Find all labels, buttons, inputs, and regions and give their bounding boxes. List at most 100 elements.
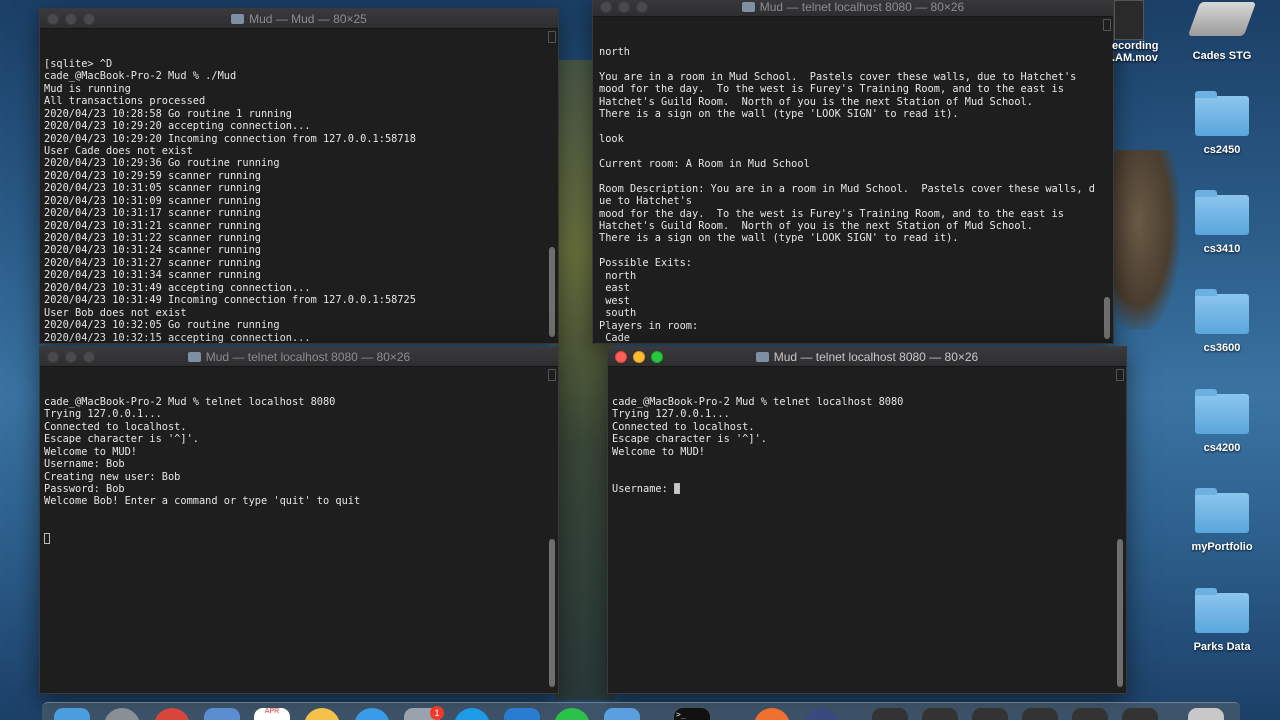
scrollbar[interactable] [1104, 297, 1110, 339]
terminal-line: Room Description: You are in a room in M… [599, 182, 1095, 195]
safari-icon[interactable] [354, 708, 390, 720]
desktop-drive-cades-stg[interactable]: Cades STG [1177, 2, 1267, 62]
terminal-line: Trying 127.0.0.1... [612, 408, 730, 421]
close-button[interactable] [615, 351, 627, 363]
app-store-icon[interactable] [604, 708, 640, 720]
terminal-output[interactable]: cade_@MacBook-Pro-2 Mud % telnet localho… [40, 367, 558, 570]
terminal-line: [sqlite> ^D [44, 57, 113, 70]
minimize-button[interactable] [633, 351, 645, 363]
terminal-line: 2020/04/23 10:31:09 scanner running [44, 194, 261, 207]
terminal-line: 2020/04/23 10:31:34 scanner running [44, 269, 261, 282]
preview-icon[interactable] [204, 708, 240, 720]
output-lines: north You are in a room in Mud School. Pa… [599, 46, 1109, 343]
scrollbar[interactable] [1117, 539, 1123, 687]
scrollbar[interactable] [549, 247, 555, 337]
username-prompt: Username: [612, 483, 674, 495]
dock: APR 1 >_ [42, 702, 1240, 720]
titlebar[interactable]: Mud — Mud — 80×25 [40, 9, 558, 29]
terminal-line: Username: Bob [44, 458, 125, 471]
terminal-output[interactable]: north You are in a room in Mud School. Pa… [593, 17, 1113, 343]
vscode-icon[interactable] [504, 708, 540, 720]
desktop-folder-myportfolio[interactable]: myPortfolio [1177, 488, 1267, 553]
terminal-line: 2020/04/23 10:31:05 scanner running [44, 182, 261, 195]
chrome-icon[interactable] [154, 708, 190, 720]
photos-icon[interactable] [304, 708, 340, 720]
scroll-marker-top [1116, 369, 1124, 381]
terminal-line: All transactions processed [44, 95, 206, 108]
terminal-window-new[interactable]: Mud — telnet localhost 8080 — 80×26 cade… [607, 346, 1127, 694]
firefox-icon[interactable] [754, 708, 790, 720]
zoom-button[interactable] [83, 13, 95, 25]
calendar-icon[interactable]: APR [254, 708, 290, 720]
terminal-line: cade_@MacBook-Pro-2 Mud % telnet localho… [612, 395, 904, 408]
text-cursor [44, 532, 50, 544]
terminal-line: Possible Exits: [599, 257, 692, 270]
terminal-line: Connected to localhost. [612, 420, 755, 433]
folder-icon [1195, 488, 1249, 533]
terminal-line: 2020/04/23 10:31:49 accepting connection… [44, 281, 311, 294]
camera-icon[interactable] [804, 708, 840, 720]
terminal-line: User Bob does not exist [44, 306, 187, 319]
external-drive-icon [1187, 2, 1257, 36]
desktop-folder-parks-data[interactable]: Parks Data [1177, 588, 1267, 653]
calendar-month-label: APR [264, 708, 280, 715]
terminal-line: You are in a room in Mud School. Pastels… [599, 70, 1077, 83]
folder-icon [755, 351, 769, 362]
scroll-marker-top [1103, 19, 1111, 31]
close-button[interactable] [47, 351, 59, 363]
scrollbar[interactable] [549, 539, 555, 687]
folder-icon [1195, 91, 1249, 136]
trash-icon[interactable] [1188, 708, 1224, 720]
minimize-button[interactable] [618, 1, 630, 13]
terminal-line: cade_@MacBook-Pro-2 Mud % telnet localho… [44, 395, 336, 408]
terminal-line: Escape character is '^]'. [44, 433, 199, 446]
terminal-line: Trying 127.0.0.1... [44, 408, 162, 421]
terminal-window-server[interactable]: Mud — Mud — 80×25 [sqlite> ^D cade_@MacBo… [39, 8, 559, 344]
window-thumb-icon[interactable] [1072, 708, 1108, 720]
desktop-folder-cs2450[interactable]: cs2450 [1177, 91, 1267, 156]
folder-icon [1195, 190, 1249, 235]
terminal-window-cade[interactable]: Mud — telnet localhost 8080 — 80×26 nort… [592, 0, 1114, 344]
finder-icon[interactable] [54, 708, 90, 720]
folder-icon [231, 13, 245, 24]
terminal-window-bob[interactable]: Mud — telnet localhost 8080 — 80×26 cade… [39, 346, 559, 694]
window-title: Mud — telnet localhost 8080 — 80×26 [773, 349, 979, 364]
terminal-line: 2020/04/23 10:31:27 scanner running [44, 256, 261, 269]
mail-icon[interactable]: 1 [404, 706, 444, 720]
terminal-line: Escape character is '^]'. [612, 433, 767, 446]
terminal-output[interactable]: [sqlite> ^D cade_@MacBook-Pro-2 Mud % ./M… [40, 29, 558, 343]
file-label-line1: ecording [1112, 40, 1159, 52]
xcode-icon[interactable] [454, 708, 490, 720]
zoom-button[interactable] [636, 1, 648, 13]
terminal-line: mood for the day. To the west is Furey's… [599, 207, 1064, 220]
close-button[interactable] [47, 13, 59, 25]
window-thumb-icon[interactable] [922, 708, 958, 720]
scroll-marker-top [548, 31, 556, 43]
zoom-button[interactable] [651, 351, 663, 363]
spotify-icon[interactable] [554, 708, 590, 720]
titlebar[interactable]: Mud — telnet localhost 8080 — 80×26 [608, 347, 1126, 367]
file-label-line2: .AM.mov [1112, 52, 1158, 64]
desktop-folder-cs3410[interactable]: cs3410 [1177, 190, 1267, 255]
titlebar[interactable]: Mud — telnet localhost 8080 — 80×26 [40, 347, 558, 367]
desktop-folder-cs3600[interactable]: cs3600 [1177, 289, 1267, 354]
close-button[interactable] [600, 1, 612, 13]
launchpad-icon[interactable] [104, 708, 140, 720]
window-thumb-icon[interactable] [1022, 708, 1058, 720]
output-lines: cade_@MacBook-Pro-2 Mud % telnet localho… [44, 396, 554, 508]
titlebar[interactable]: Mud — telnet localhost 8080 — 80×26 [593, 0, 1113, 17]
window-thumb-icon[interactable] [1122, 708, 1158, 720]
desktop-file-recording[interactable]: ecording .AM.mov [1112, 0, 1164, 80]
window-thumb-icon[interactable] [872, 708, 908, 720]
desktop-folder-cs4200[interactable]: cs4200 [1177, 389, 1267, 454]
terminal-output[interactable]: cade_@MacBook-Pro-2 Mud % telnet localho… [608, 367, 1126, 520]
zoom-button[interactable] [83, 351, 95, 363]
minimize-button[interactable] [65, 13, 77, 25]
terminal-icon[interactable]: >_ [674, 708, 710, 720]
terminal-line: ue to Hatchet's [599, 195, 692, 208]
minimize-button[interactable] [65, 351, 77, 363]
window-thumb-icon[interactable] [972, 708, 1008, 720]
